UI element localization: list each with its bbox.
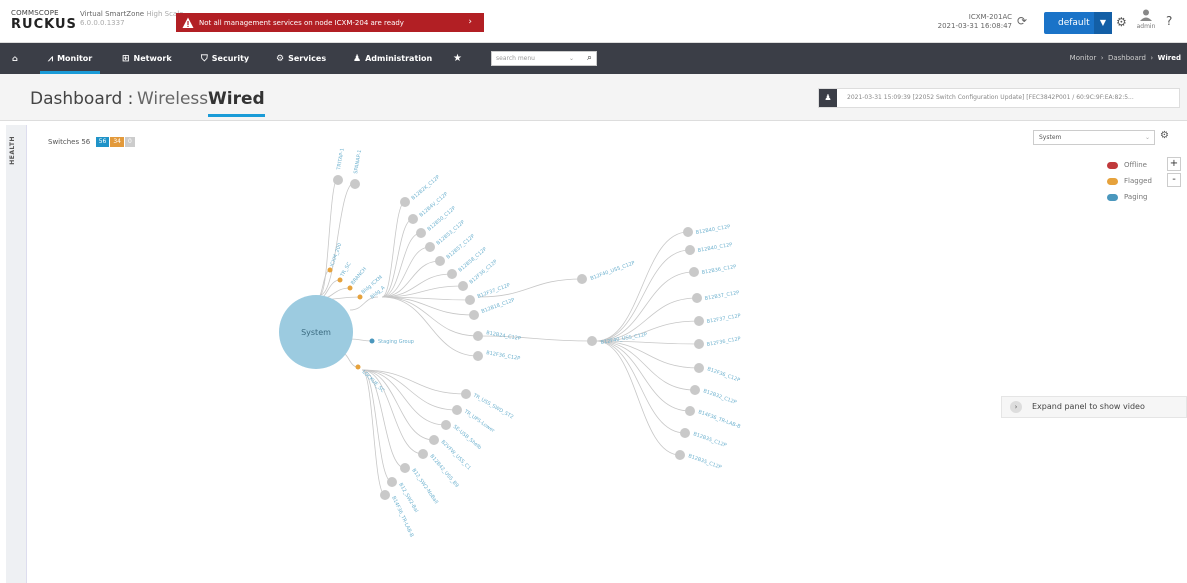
switch-label: B12F36_C12P bbox=[706, 336, 741, 348]
topology-link bbox=[381, 296, 479, 337]
topology-link bbox=[319, 177, 339, 296]
switch-label: TR_UPS-Lower bbox=[462, 408, 496, 434]
switch-node[interactable] bbox=[685, 245, 695, 255]
paging-dot bbox=[1107, 193, 1118, 201]
switch-node[interactable] bbox=[461, 389, 471, 399]
paging-group-node[interactable] bbox=[369, 338, 375, 344]
switch-label: B14F36_TR-LAB-B bbox=[697, 409, 741, 430]
topology-link bbox=[381, 218, 414, 298]
switch-node[interactable] bbox=[694, 339, 704, 349]
gear-icon[interactable]: ⚙ bbox=[1160, 130, 1169, 141]
switch-node[interactable] bbox=[694, 363, 704, 373]
topology-link bbox=[595, 249, 691, 342]
topology-link bbox=[595, 340, 686, 434]
switch-node[interactable] bbox=[447, 269, 457, 279]
switch-label: B12F40_USS_C12P bbox=[590, 260, 636, 282]
topology-link bbox=[361, 369, 406, 469]
switch-label: B12B24_C12P bbox=[486, 330, 521, 342]
switch-label: B12F37_C12P bbox=[706, 313, 741, 325]
switch-node[interactable] bbox=[685, 406, 695, 416]
chevron-right-icon: › bbox=[1010, 401, 1022, 413]
switch-node[interactable] bbox=[380, 490, 390, 500]
switch-label: B12B35_C12P bbox=[687, 453, 722, 471]
switch-node[interactable] bbox=[333, 175, 343, 185]
switch-node[interactable] bbox=[408, 214, 418, 224]
switch-node[interactable] bbox=[587, 336, 597, 346]
topology-legend: Offline Flagged Paging bbox=[1107, 157, 1152, 205]
switch-label: B12B37_C12P bbox=[704, 290, 739, 302]
switch-node[interactable] bbox=[387, 477, 397, 487]
switch-label: B12B18_C12P bbox=[481, 297, 516, 315]
switch-node[interactable] bbox=[418, 449, 428, 459]
topology-link bbox=[381, 296, 479, 357]
switch-node[interactable] bbox=[689, 267, 699, 277]
group-label: TR_SC bbox=[339, 261, 353, 279]
topology-link bbox=[595, 340, 696, 391]
switch-node[interactable] bbox=[473, 331, 483, 341]
switch-label: B12F36_C12P bbox=[486, 350, 521, 362]
switch-label: B12B36_C12P bbox=[701, 264, 736, 276]
switch-node[interactable] bbox=[694, 316, 704, 326]
group-node[interactable] bbox=[347, 285, 353, 291]
switch-label: B12_SW2-NoBall bbox=[410, 468, 439, 505]
wired-topology-graph[interactable]: System TRITAP-1 SPANAP-1 ICXM_200TR_SCBRAN… bbox=[0, 0, 1187, 583]
switch-node[interactable] bbox=[425, 242, 435, 252]
zoom-in-button[interactable]: + bbox=[1167, 157, 1181, 171]
switch-label: TRITAP-1 bbox=[336, 148, 346, 172]
paging-group-label: Staging Group bbox=[378, 339, 414, 345]
switch-label: B12B40_C12P bbox=[695, 224, 730, 236]
zoom-controls: + - bbox=[1167, 157, 1181, 189]
topology-link bbox=[349, 338, 373, 342]
switch-node[interactable] bbox=[692, 293, 702, 303]
group-node[interactable] bbox=[337, 277, 343, 283]
switch-node[interactable] bbox=[473, 351, 483, 361]
expand-video-panel[interactable]: › Expand panel to show video bbox=[1001, 396, 1187, 418]
switch-node[interactable] bbox=[441, 420, 451, 430]
switch-node[interactable] bbox=[435, 256, 445, 266]
switch-node[interactable] bbox=[680, 428, 690, 438]
switch-label: SPANAP-1 bbox=[353, 149, 363, 174]
switch-label: B12B32_C12P bbox=[702, 388, 737, 406]
group-label: BRANCH bbox=[350, 266, 368, 286]
switch-label: B12F36_C12P bbox=[706, 366, 740, 383]
topology-link bbox=[595, 340, 691, 412]
chevron-down-icon[interactable]: ⌄ bbox=[1145, 131, 1150, 144]
switch-label: B12B42_USS_B9 bbox=[428, 453, 459, 488]
switch-node[interactable] bbox=[675, 450, 685, 460]
switch-node[interactable] bbox=[452, 405, 462, 415]
switch-label: B12B40_C12P bbox=[697, 242, 732, 254]
switch-node[interactable] bbox=[416, 228, 426, 238]
switch-node[interactable] bbox=[683, 227, 693, 237]
group-node[interactable] bbox=[357, 294, 363, 300]
topology-link bbox=[595, 231, 689, 342]
switch-label: B12B35_C12P bbox=[692, 431, 727, 449]
switch-node[interactable] bbox=[458, 281, 468, 291]
switch-label: B12F37_C12P bbox=[477, 282, 511, 299]
switch-label: SE-USB_Shelb bbox=[452, 424, 483, 451]
system-root-label: System bbox=[301, 328, 331, 337]
flagged-dot bbox=[1107, 177, 1118, 185]
switch-label: B12F40_USS_C12P bbox=[600, 332, 647, 346]
switch-node[interactable] bbox=[429, 435, 439, 445]
switch-node[interactable] bbox=[400, 463, 410, 473]
offline-dot bbox=[1107, 161, 1118, 169]
group-node[interactable] bbox=[355, 364, 361, 370]
switch-node[interactable] bbox=[577, 274, 587, 284]
topology-link bbox=[595, 271, 695, 342]
switch-node[interactable] bbox=[465, 295, 475, 305]
zoom-out-button[interactable]: - bbox=[1167, 173, 1181, 187]
switch-node[interactable] bbox=[469, 310, 479, 320]
topology-link bbox=[381, 201, 406, 298]
group-label: ICXM_200 bbox=[329, 242, 343, 267]
group-node[interactable] bbox=[327, 267, 333, 273]
topology-scope-select[interactable]: System ⌄ bbox=[1033, 130, 1155, 145]
switch-node[interactable] bbox=[400, 197, 410, 207]
switch-node[interactable] bbox=[350, 179, 360, 189]
switch-node[interactable] bbox=[690, 385, 700, 395]
